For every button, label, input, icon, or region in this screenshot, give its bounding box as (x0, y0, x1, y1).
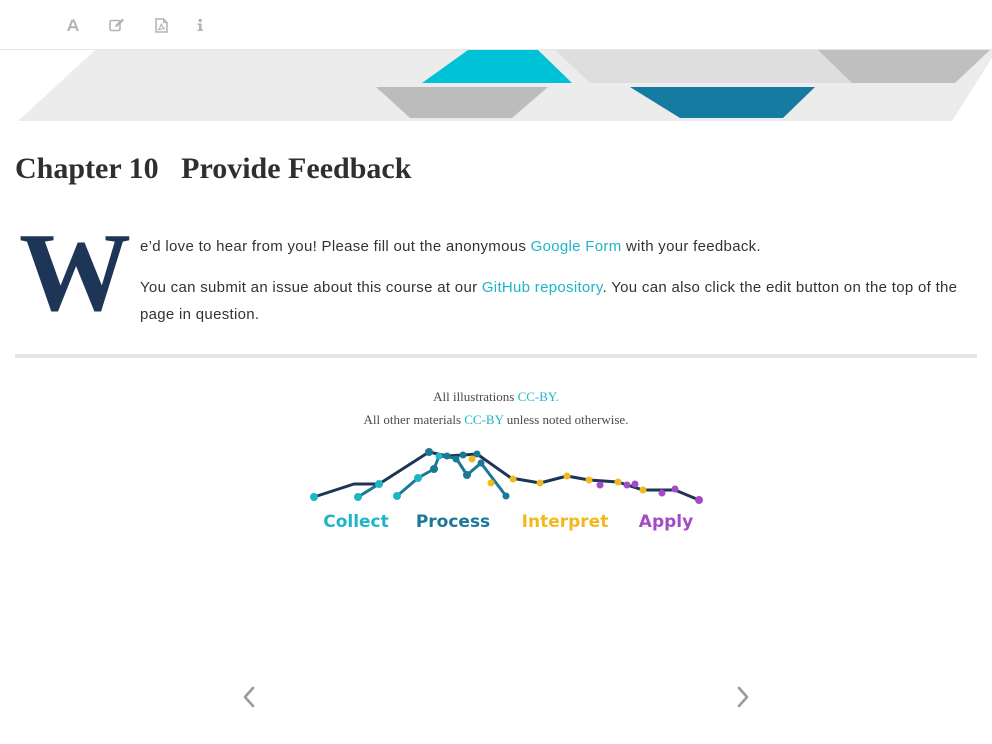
google-form-link[interactable]: Google Form (531, 238, 622, 255)
pdf-download-button[interactable] (148, 12, 174, 38)
illustrations-cc-by-link[interactable]: CC-BY. (518, 389, 559, 404)
materials-cc-by-link[interactable]: CC-BY (464, 412, 503, 427)
chapter-title: Chapter 10 Provide Feedback (15, 152, 412, 185)
logo-label-interpret: Interpret (522, 512, 609, 532)
drop-cap-text: W (19, 214, 131, 326)
chevron-left-icon (243, 686, 255, 708)
drop-cap-letter: W (19, 214, 131, 326)
info-icon (197, 18, 203, 31)
p1-text-start: e’d love to hear from you! Please fill o… (140, 238, 531, 255)
edit-icon (109, 18, 124, 32)
logo-label-apply: Apply (639, 512, 693, 532)
edit-button[interactable] (104, 12, 130, 38)
p2-text-start: You can submit an issue about this cours… (140, 279, 482, 296)
feedback-paragraph: e’d love to hear from you! Please fill o… (140, 233, 980, 260)
license-text-2: All other materials (363, 412, 465, 427)
chevron-right-icon (737, 686, 749, 708)
top-toolbar (0, 0, 992, 50)
license-text-1: All illustrations (433, 389, 518, 404)
info-button[interactable] (187, 12, 213, 38)
p1-text-end: with your feedback. (621, 238, 761, 255)
logo-label-process: Process (416, 512, 490, 532)
font-settings-button[interactable] (60, 12, 86, 38)
pdf-icon (154, 17, 168, 33)
materials-license: All other materials CC-BY unless noted o… (0, 412, 992, 428)
header-banner (18, 50, 992, 121)
font-icon (67, 19, 79, 31)
logo-label-collect: Collect (323, 512, 389, 532)
section-divider (15, 354, 977, 358)
github-repository-link[interactable]: GitHub repository (482, 279, 603, 296)
license-text-3: unless noted otherwise. (503, 412, 629, 427)
issue-paragraph: You can submit an issue about this cours… (140, 274, 980, 328)
course-logo: Collect Process Interpret Apply (310, 448, 703, 532)
illustrations-license: All illustrations CC-BY. (0, 389, 992, 405)
next-page-button[interactable] (731, 680, 755, 714)
previous-page-button[interactable] (237, 680, 261, 714)
